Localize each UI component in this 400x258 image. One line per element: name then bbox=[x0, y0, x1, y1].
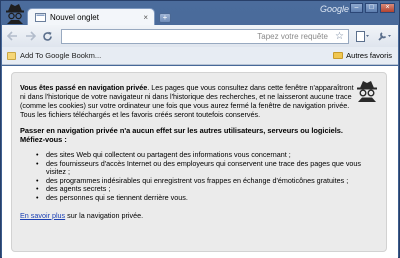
arrow-left-icon bbox=[7, 31, 18, 41]
page-icon bbox=[355, 30, 369, 42]
arrow-right-icon bbox=[25, 31, 36, 41]
learn-more-line: En savoir plus sur la navigation privée. bbox=[20, 211, 378, 220]
omnibox-input[interactable]: Tapez votre requête ☆ bbox=[60, 28, 349, 44]
title-bar: Nouvel onglet × + Google – □ × bbox=[1, 1, 399, 26]
warning-list: des sites Web qui collectent ou partagen… bbox=[36, 150, 378, 203]
new-tab-page-icon bbox=[34, 13, 46, 23]
close-window-button[interactable]: × bbox=[380, 3, 395, 13]
browser-window: Nouvel onglet × + Google – □ × Tapez vot… bbox=[0, 0, 400, 258]
brand-label: Google bbox=[319, 4, 349, 14]
omnibox-placeholder: Tapez votre requête bbox=[257, 31, 328, 41]
folder-icon bbox=[333, 52, 344, 59]
incognito-icon bbox=[357, 81, 377, 102]
wrench-menu-button[interactable] bbox=[376, 29, 394, 43]
learn-more-link[interactable]: En savoir plus bbox=[20, 211, 65, 220]
tab-new-tab[interactable]: Nouvel onglet × bbox=[27, 8, 155, 26]
warning-heading: Passer en navigation privée n'a aucun ef… bbox=[20, 126, 343, 144]
other-bookmarks[interactable]: Autres favoris bbox=[333, 51, 392, 60]
minimize-button[interactable]: – bbox=[350, 3, 363, 13]
page-content: Vous êtes passé en navigation privée. Le… bbox=[2, 66, 398, 258]
forward-button[interactable] bbox=[24, 29, 38, 43]
other-bookmarks-label: Autres favoris bbox=[346, 51, 392, 60]
window-controls: – □ × bbox=[350, 3, 395, 13]
page-menu-button[interactable] bbox=[354, 29, 372, 43]
bookmark-item[interactable]: Add To Google Bookm... bbox=[7, 51, 101, 60]
wrench-icon bbox=[378, 31, 392, 41]
back-button[interactable] bbox=[6, 29, 20, 43]
intro-paragraph: Vous êtes passé en navigation privée. Le… bbox=[20, 83, 356, 119]
toolbar: Tapez votre requête ☆ bbox=[2, 25, 398, 47]
maximize-button[interactable]: □ bbox=[365, 3, 378, 13]
learn-more-text: sur la navigation privée. bbox=[65, 210, 144, 220]
list-item: des fournisseurs d'accès Internet ou des… bbox=[36, 159, 378, 177]
bookmark-label: Add To Google Bookm... bbox=[20, 51, 102, 60]
incognito-info-panel: Vous êtes passé en navigation privée. Le… bbox=[11, 72, 387, 252]
list-item: des personnes qui se tiennent derrière v… bbox=[36, 193, 378, 203]
star-icon[interactable]: ☆ bbox=[335, 31, 344, 42]
tab-title: Nouvel onglet bbox=[50, 13, 99, 22]
new-tab-button[interactable]: + bbox=[159, 13, 171, 23]
intro-bold: Vous êtes passé en navigation privée bbox=[20, 83, 148, 92]
reload-button[interactable] bbox=[41, 29, 55, 43]
tab-close-button[interactable]: × bbox=[143, 13, 148, 22]
incognito-icon bbox=[6, 4, 24, 24]
reload-icon bbox=[43, 31, 53, 41]
bookmarks-bar: Add To Google Bookm... Autres favoris bbox=[2, 47, 398, 65]
bookmark-favicon-icon bbox=[7, 51, 16, 60]
